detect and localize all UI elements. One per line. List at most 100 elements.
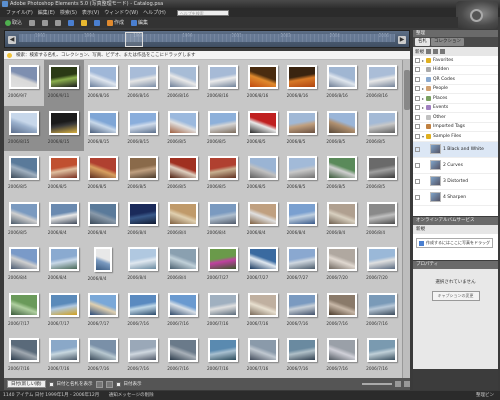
photo-thumbnail-cell[interactable]: 2006/7/16 bbox=[283, 333, 323, 378]
organize-bin-toggle[interactable]: 整理ビン bbox=[476, 391, 494, 400]
photo-thumbnail[interactable] bbox=[287, 156, 318, 180]
photo-thumbnail[interactable] bbox=[128, 110, 159, 135]
delete-tag-icon[interactable] bbox=[433, 49, 438, 54]
show-dates-checkbox[interactable] bbox=[115, 381, 121, 387]
photo-thumbnail[interactable] bbox=[168, 247, 199, 271]
photo-thumbnail-cell[interactable]: 2006/7/16 bbox=[203, 288, 243, 334]
photo-thumbnail[interactable] bbox=[287, 247, 318, 271]
photo-thumbnail-cell[interactable]: 2006/8/5 bbox=[243, 106, 283, 152]
photo-thumbnail-cell[interactable]: 2006/7/16 bbox=[283, 288, 323, 334]
photo-thumbnail-cell[interactable]: 2006/8/4 bbox=[123, 242, 163, 288]
photo-thumbnail[interactable] bbox=[168, 65, 199, 89]
photo-thumbnail[interactable] bbox=[8, 338, 39, 362]
photo-thumbnail-cell[interactable]: 2006/9/7 bbox=[4, 60, 44, 106]
photo-thumbnail-cell[interactable]: 2006/8/16 bbox=[123, 60, 163, 106]
photo-thumbnail-cell[interactable]: 2006/8/15 bbox=[43, 105, 84, 151]
photo-thumbnail[interactable] bbox=[168, 110, 199, 135]
photo-thumbnail-cell[interactable]: 2006/8/4 bbox=[203, 197, 243, 243]
photo-thumbnail-cell[interactable]: 2006/7/17 bbox=[44, 288, 84, 334]
photo-thumbnail[interactable] bbox=[327, 292, 358, 317]
photo-thumbnail-cell[interactable]: 2006/8/4 bbox=[243, 197, 283, 243]
print-button[interactable] bbox=[53, 18, 63, 27]
photo-thumbnail[interactable] bbox=[8, 292, 39, 317]
photo-thumbnail[interactable] bbox=[168, 156, 199, 180]
photo-thumbnail[interactable] bbox=[367, 292, 398, 317]
photo-thumbnail-cell[interactable]: 2006/8/5 bbox=[123, 151, 163, 197]
photo-thumbnail[interactable] bbox=[247, 292, 278, 317]
photo-thumbnail[interactable] bbox=[367, 110, 398, 135]
tab-collections[interactable]: コレクション bbox=[431, 38, 464, 46]
tag-item[interactable]: QR Codes bbox=[413, 75, 498, 85]
tag-checkbox[interactable] bbox=[415, 162, 420, 168]
photo-thumbnail[interactable] bbox=[8, 247, 39, 271]
photo-thumbnail-cell[interactable]: 2006/7/16 bbox=[362, 333, 402, 378]
share-button[interactable] bbox=[66, 18, 76, 27]
photo-thumbnail-cell[interactable]: 2006/7/16 bbox=[243, 333, 283, 378]
sort-order-select[interactable]: 日付(新しい順) bbox=[7, 380, 46, 388]
show-names-checkbox[interactable] bbox=[48, 381, 54, 387]
photo-thumbnail[interactable] bbox=[128, 65, 159, 89]
photo-thumbnail-cell[interactable]: 2006/8/4 bbox=[84, 242, 124, 288]
photo-thumbnail-cell[interactable]: 2006/7/16 bbox=[322, 333, 362, 378]
photo-thumbnail[interactable] bbox=[48, 110, 79, 135]
photo-thumbnail-cell[interactable]: 2006/7/27 bbox=[203, 242, 243, 288]
menu-help[interactable]: ヘルプ(H) bbox=[143, 9, 166, 16]
menu-window[interactable]: ウィンドウ(W) bbox=[104, 9, 138, 16]
photo-thumbnail[interactable] bbox=[168, 338, 199, 362]
photo-thumbnail[interactable] bbox=[128, 156, 159, 180]
photo-thumbnail-cell[interactable]: 2006/8/16 bbox=[163, 60, 203, 106]
tag-item[interactable]: ▸ People bbox=[413, 85, 498, 94]
photo-thumbnail-cell[interactable]: 2006/7/16 bbox=[123, 288, 163, 334]
photo-thumbnail-cell[interactable]: 2006/8/4 bbox=[4, 242, 44, 288]
photo-thumbnail-cell[interactable]: 2006/8/5 bbox=[283, 106, 323, 152]
photo-thumbnail[interactable] bbox=[48, 338, 79, 362]
photo-thumbnail[interactable] bbox=[247, 65, 278, 89]
photo-thumbnail[interactable] bbox=[48, 292, 79, 317]
help-search-input[interactable]: ヘルプを検索 bbox=[176, 9, 229, 16]
photo-thumbnail-cell[interactable]: 2006/7/27 bbox=[243, 242, 283, 288]
photo-thumbnail-cell[interactable]: 2006/8/5 bbox=[44, 151, 84, 197]
grid-view-icon[interactable] bbox=[404, 381, 410, 387]
photo-thumbnail-cell[interactable]: 2006/7/17 bbox=[84, 288, 124, 334]
photo-thumbnail-cell[interactable]: 2006/9/11 bbox=[43, 60, 84, 106]
photo-thumbnail-cell[interactable]: 2006/8/4 bbox=[44, 197, 84, 243]
photo-thumbnail-cell[interactable]: 2006/7/16 bbox=[362, 288, 402, 334]
menu-view[interactable]: 表示(V) bbox=[82, 9, 99, 16]
photo-thumbnail[interactable] bbox=[287, 338, 318, 362]
photo-thumbnail-cell[interactable]: 2006/7/16 bbox=[84, 333, 124, 378]
photo-thumbnail[interactable] bbox=[88, 156, 119, 180]
tag-checkbox[interactable] bbox=[415, 194, 420, 200]
sub-tag-item[interactable]: 3 Distorted bbox=[413, 174, 498, 190]
photo-thumbnail[interactable] bbox=[327, 338, 358, 362]
photo-thumbnail-cell[interactable]: 2006/8/16 bbox=[283, 60, 323, 106]
photo-thumbnail-cell[interactable]: 2006/8/5 bbox=[362, 151, 402, 197]
photo-thumbnail-cell[interactable]: 2006/7/16 bbox=[44, 333, 84, 378]
tag-item[interactable]: Hidden bbox=[413, 66, 498, 75]
photo-thumbnail[interactable] bbox=[287, 110, 318, 135]
photo-thumbnail-cell[interactable]: 2006/8/5 bbox=[163, 106, 203, 152]
photo-thumbnail[interactable] bbox=[128, 201, 159, 226]
tag-checkbox[interactable] bbox=[415, 178, 420, 184]
photo-thumbnail-cell[interactable]: 2006/8/15 bbox=[4, 105, 44, 151]
create-button[interactable]: 作成 bbox=[105, 18, 126, 27]
find-bar[interactable]: 検索：検索する名札、コレクション、写真、ビデオ、または作品をここにドラッグします bbox=[4, 51, 410, 60]
photo-thumbnail[interactable] bbox=[327, 201, 358, 226]
tag-checkbox[interactable] bbox=[415, 76, 420, 82]
photo-thumbnail[interactable] bbox=[327, 110, 358, 135]
photo-thumbnail-cell[interactable]: 2006/7/16 bbox=[243, 288, 283, 334]
photo-thumbnail[interactable] bbox=[367, 65, 398, 89]
photo-thumbnail-cell[interactable]: 2006/8/5 bbox=[84, 151, 124, 197]
tag-checkbox[interactable] bbox=[415, 57, 420, 63]
photo-thumbnail[interactable] bbox=[88, 292, 119, 317]
menu-edit[interactable]: 編集(E) bbox=[38, 9, 55, 16]
new-tag-button[interactable]: 新規 bbox=[415, 49, 424, 55]
photo-thumbnail[interactable] bbox=[247, 247, 278, 271]
photo-thumbnail-cell[interactable]: 2006/8/4 bbox=[322, 197, 362, 243]
tag-checkbox[interactable] bbox=[415, 67, 420, 73]
display-button[interactable] bbox=[92, 18, 102, 27]
tag-checkbox[interactable] bbox=[415, 86, 420, 92]
photo-thumbnail[interactable] bbox=[327, 156, 358, 180]
photo-thumbnail-cell[interactable]: 2006/8/16 bbox=[243, 60, 283, 106]
sub-tag-item[interactable]: 4 Sharpen bbox=[413, 190, 498, 206]
notice-button[interactable]: 通知メッセージの削除 bbox=[109, 393, 154, 398]
